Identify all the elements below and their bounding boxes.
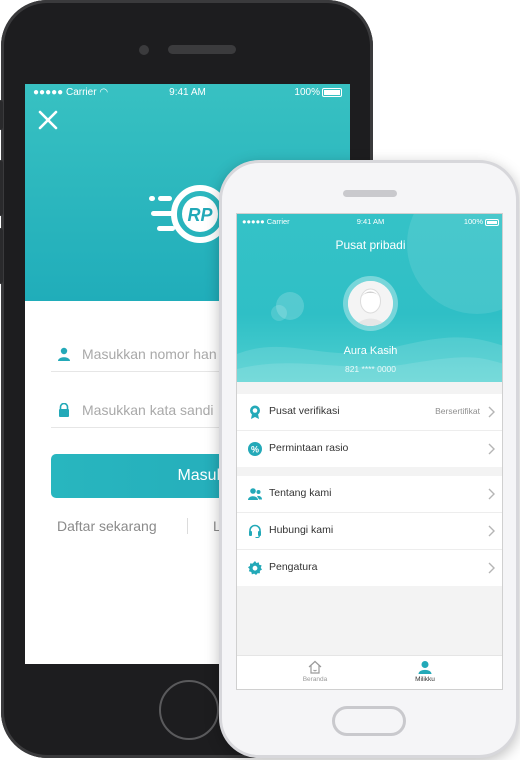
tab-profile[interactable]: Milikku [395, 660, 455, 683]
password-placeholder: Masukkan kata sandi [82, 402, 214, 418]
chevron-right-icon [488, 443, 495, 455]
avatar[interactable] [343, 276, 398, 331]
user-icon [418, 661, 432, 674]
page-title: Pusat pribadi [335, 238, 406, 252]
user-name: Aura Kasih [343, 345, 398, 357]
profile-screen: ●●●●● Carrier 9:41 AM 100% Pusat pribadi… [236, 213, 503, 690]
chevron-right-icon [488, 562, 495, 574]
menu-item-contact[interactable]: Hubungi kami [237, 513, 502, 550]
menu-item-label: Permintaan rasio [269, 442, 349, 454]
menu-group: Pusat verifikasi Bersertifikat % Permint… [237, 394, 502, 467]
battery-label: 100% [464, 217, 499, 226]
front-camera [139, 45, 149, 55]
earpiece [168, 45, 236, 54]
user-icon [58, 347, 70, 361]
menu-item-about[interactable]: Tentang kami [237, 476, 502, 513]
chevron-right-icon [488, 525, 495, 537]
lock-icon [59, 403, 69, 417]
home-button[interactable] [332, 706, 406, 736]
close-icon[interactable] [37, 109, 59, 131]
status-bar: ●●●●● Carrier 9:41 AM 100% [237, 214, 502, 228]
home-button[interactable] [159, 680, 219, 740]
battery-label: 100% [294, 87, 342, 98]
menu-item-ratio[interactable]: % Permintaan rasio [237, 431, 502, 467]
chevron-right-icon [488, 488, 495, 500]
battery-icon [322, 87, 342, 97]
earpiece [343, 190, 397, 197]
menu-group: Tentang kami Hubungi kami Pengatura [237, 476, 502, 586]
menu-item-settings[interactable]: Pengatura [237, 550, 502, 586]
battery-icon [485, 218, 499, 226]
headset-icon [249, 524, 261, 538]
gear-icon [248, 561, 262, 575]
menu-item-label: Pengatura [269, 561, 318, 573]
verification-status: Bersertifikat [435, 406, 480, 416]
menu-item-label: Pusat verifikasi [269, 405, 340, 417]
volume-down-button [0, 228, 3, 284]
tab-bar: Beranda Milikku [237, 655, 502, 689]
chevron-right-icon [488, 406, 495, 418]
menu-item-label: Hubungi kami [269, 524, 334, 536]
profile-header: ●●●●● Carrier 9:41 AM 100% Pusat pribadi… [237, 214, 502, 382]
tab-home[interactable]: Beranda [285, 660, 345, 683]
menu-item-verification[interactable]: Pusat verifikasi Bersertifikat [237, 394, 502, 431]
badge-icon [250, 405, 260, 419]
link-divider [187, 518, 188, 534]
home-icon [308, 660, 322, 674]
tab-label: Beranda [302, 676, 328, 683]
avatar-image [348, 281, 393, 326]
mute-switch [0, 100, 3, 130]
register-link[interactable]: Daftar sekarang [57, 518, 157, 534]
phone-number-placeholder: Masukkan nomor han [82, 346, 217, 362]
percent-icon: % [248, 442, 262, 456]
people-icon [248, 488, 262, 500]
menu-item-label: Tentang kami [269, 487, 332, 499]
volume-up-button [0, 160, 3, 216]
default-avatar-icon [348, 281, 393, 326]
tab-label: Milikku [415, 676, 435, 683]
logo-text: RP [187, 205, 213, 225]
svg-text:%: % [251, 444, 259, 454]
user-phone: 821 **** 0000 [344, 364, 397, 374]
status-bar: ●●●●● Carrier ◠ 9:41 AM 100% [25, 84, 350, 102]
